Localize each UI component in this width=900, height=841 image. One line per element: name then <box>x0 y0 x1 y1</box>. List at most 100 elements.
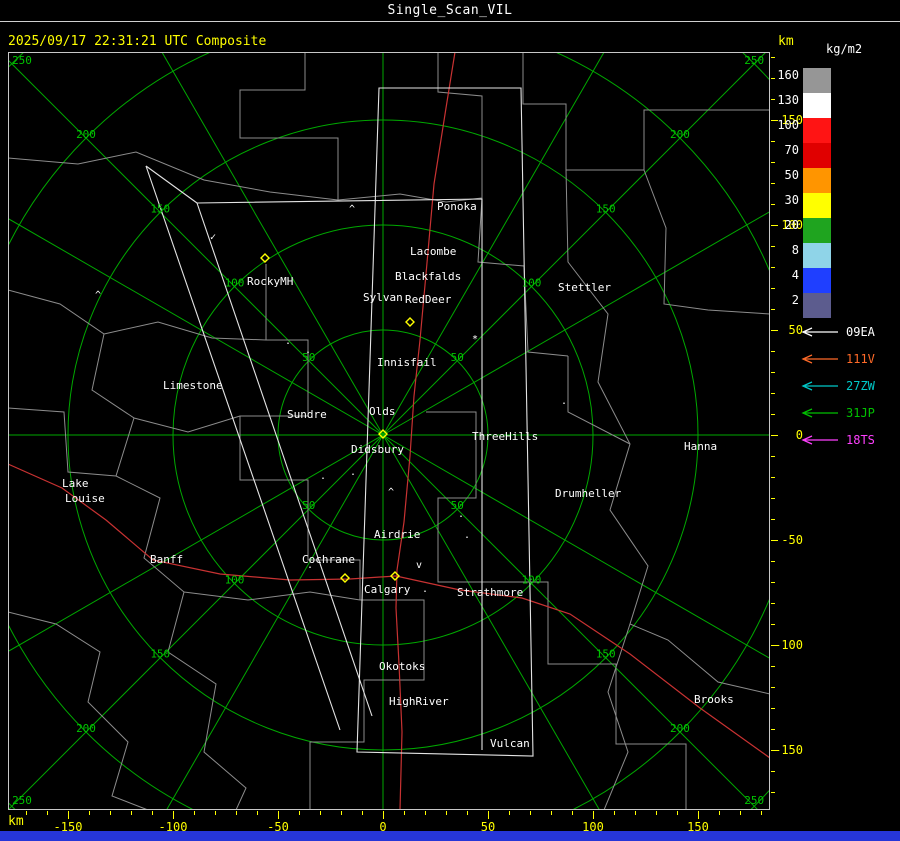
ring-label-250: 250 <box>12 794 32 807</box>
radar-arrow-icon <box>801 407 838 418</box>
boundary-line <box>8 151 483 203</box>
city-label-calgary: Calgary <box>364 583 411 596</box>
city-label-sylvan: Sylvan <box>363 291 403 304</box>
scale-value: 4 <box>791 268 799 282</box>
city-label-strathmore: Strathmore <box>457 586 523 599</box>
boundary-line <box>437 52 483 198</box>
y-tick <box>771 771 775 772</box>
ring-label-200: 200 <box>670 722 690 735</box>
scale-value: 70 <box>784 143 799 157</box>
radar-id-label: 18TS <box>846 432 875 447</box>
radar-map[interactable]: 50 50 50 50 100 100 100 100 150 150 150 150 200 200 20… <box>8 52 770 810</box>
x-tick <box>173 811 174 819</box>
legend-unit-label: kg/m2 <box>826 42 863 56</box>
y-tick <box>771 498 775 499</box>
x-tick <box>593 811 594 819</box>
city-marker-diamond <box>405 317 415 327</box>
ring-label-150: 150 <box>150 202 170 215</box>
ring-label-250: 250 <box>744 54 764 67</box>
radar-legend-row: 18TS <box>770 426 900 453</box>
x-tick <box>740 811 741 815</box>
x-tick <box>761 811 762 815</box>
radar-id-label: 09EA <box>846 324 875 339</box>
ring-label-150: 150 <box>596 648 616 661</box>
poi-marker: ^ <box>95 290 101 301</box>
x-tick <box>26 811 27 815</box>
scale-row: 8 <box>770 243 900 268</box>
poi-marker: ^ <box>388 487 394 498</box>
x-tick <box>677 811 678 815</box>
radar-map-canvas[interactable]: 5050505010010010010015015015015020020020… <box>8 52 770 810</box>
boundary-line <box>8 289 247 810</box>
city-label-olds: Olds <box>369 405 396 418</box>
radar-site-legend: 09EA 111V 27ZW 31JP 18TS <box>770 318 900 453</box>
bottom-bar <box>0 831 900 841</box>
radial-line <box>161 52 384 436</box>
x-tick <box>257 811 258 815</box>
scale-row: 100 <box>770 118 900 143</box>
poi-marker: . <box>320 471 326 482</box>
scale-row: 160 <box>770 68 900 93</box>
x-tick <box>404 811 405 815</box>
map-markers: ^ ✓ ^.. *.. . ^.. v.. <box>95 204 567 595</box>
y-tick-label: -100 <box>774 638 803 652</box>
boundary-line <box>643 169 770 315</box>
x-tick <box>383 811 384 819</box>
radial-line <box>382 52 767 436</box>
scale-row: 20 <box>770 218 900 243</box>
x-tick <box>551 811 552 815</box>
scale-value: 20 <box>784 218 799 232</box>
radial-line <box>382 52 605 436</box>
scale-value: 30 <box>784 193 799 207</box>
ring-label-250: 250 <box>744 794 764 807</box>
scale-swatch <box>803 168 831 193</box>
boundary-line <box>183 591 361 601</box>
x-tick <box>425 811 426 815</box>
city-label-ponoka: Ponoka <box>437 200 477 213</box>
y-tick-label: -50 <box>781 533 803 547</box>
boundary-line <box>478 581 687 810</box>
city-label-louise: Louise <box>65 492 105 505</box>
city-label-airdrie: Airdrie <box>374 528 420 541</box>
city-label-limestone: Limestone <box>163 379 223 392</box>
scale-value: 50 <box>784 168 799 182</box>
x-tick <box>89 811 90 815</box>
scale-value: 2 <box>791 293 799 307</box>
x-tick <box>152 811 153 815</box>
legend-panel: kg/m2 160 130 100 70 50 30 20 8 4 2 09EA 111V 27ZW 3… <box>770 40 900 480</box>
poi-marker: . <box>350 467 356 478</box>
city-label-banff: Banff <box>150 553 183 566</box>
city-label-didsbury: Didsbury <box>351 443 404 456</box>
radar-app-window: Single_Scan_VIL 2025/09/17 22:31:21 UTC … <box>0 0 900 841</box>
x-tick <box>362 811 363 815</box>
city-label-reddeer: RedDeer <box>405 293 452 306</box>
boundary-line <box>103 321 267 341</box>
y-tick <box>771 561 775 562</box>
highway-line <box>395 575 770 759</box>
city-label-brooks: Brooks <box>694 693 734 706</box>
poi-marker: * <box>472 334 478 345</box>
poi-marker: ^ <box>349 204 355 215</box>
city-label-innisfail: Innisfail <box>377 356 437 369</box>
y-tick <box>771 624 775 625</box>
city-label-threehills: ThreeHills <box>472 430 538 443</box>
x-tick <box>509 811 510 815</box>
x-tick <box>530 811 531 815</box>
boundary-line <box>8 611 149 810</box>
ring-label-250: 250 <box>12 54 32 67</box>
y-tick <box>771 519 775 520</box>
poi-marker: . <box>458 509 464 520</box>
city-label-okotoks: Okotoks <box>379 660 425 673</box>
x-tick <box>341 811 342 815</box>
scale-row: 4 <box>770 268 900 293</box>
boundary-line <box>522 52 770 171</box>
city-label-blackfalds: Blackfalds <box>395 270 461 283</box>
city-label-rockymh: RockyMH <box>247 275 293 288</box>
scale-swatch <box>803 293 831 318</box>
scale-swatch <box>803 118 831 143</box>
ring-label-100: 100 <box>522 573 542 586</box>
poi-marker: v <box>416 560 422 571</box>
city-label-sundre: Sundre <box>287 408 327 421</box>
x-tick <box>299 811 300 815</box>
radar-legend-row: 111V <box>770 345 900 372</box>
